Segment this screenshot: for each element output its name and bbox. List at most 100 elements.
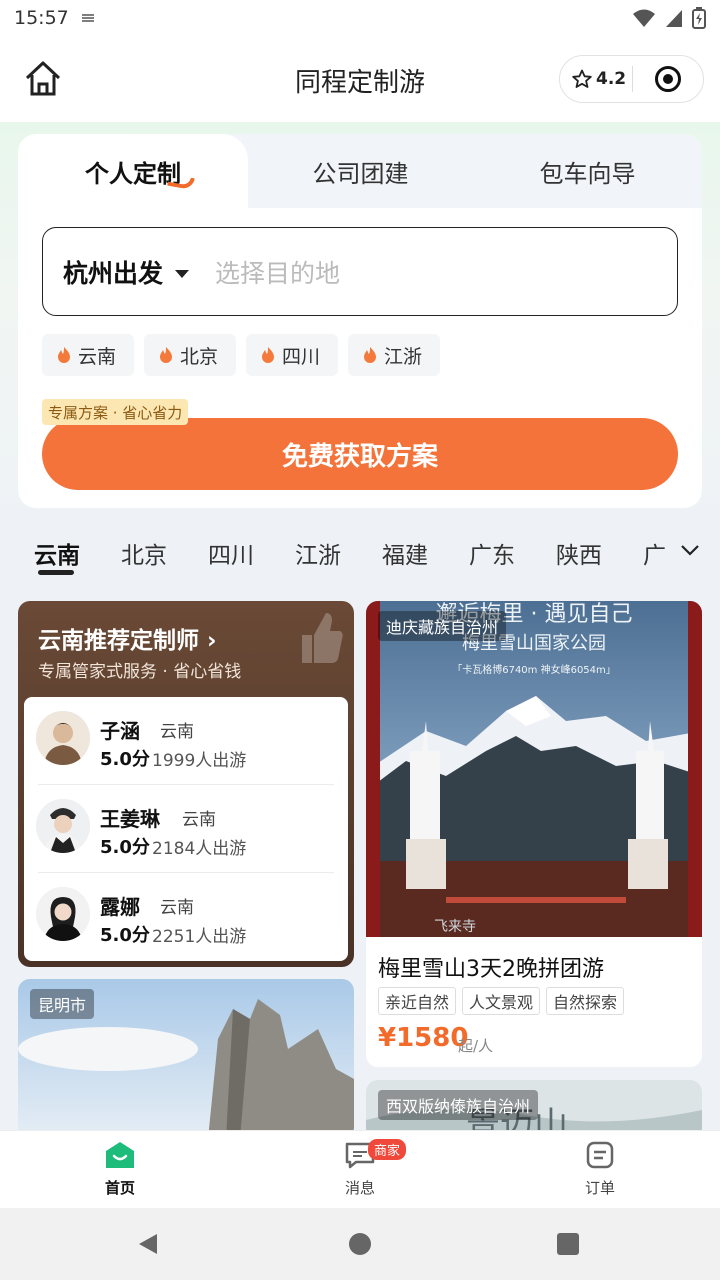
get-plan-button[interactable]: 免费获取方案 (42, 418, 678, 490)
destination-field[interactable]: 杭州出发 选择目的地 (42, 227, 678, 316)
chip-label: 云南 (78, 345, 117, 368)
price-unit: 起/人 (458, 1037, 494, 1055)
city-tab-guangxi[interactable]: 广 (643, 536, 666, 570)
product-tag: 亲近自然 (378, 987, 457, 1015)
avatar (36, 799, 90, 853)
city-tab-jiangzhe[interactable]: 江浙 (295, 536, 341, 570)
battery-icon (692, 7, 706, 29)
merchant-badge: 商家 (368, 1139, 407, 1160)
city-tab-indicator (38, 570, 74, 575)
notification-icon (81, 14, 94, 22)
status-time: 15:57 (14, 7, 69, 29)
planner-row[interactable]: 露娜 云南 5.0分 2251人出游 (24, 873, 348, 961)
service-tabs: 个人定制 公司团建 包车向导 (18, 134, 702, 208)
chip-jiangzhe[interactable]: 江浙 (348, 334, 441, 376)
avatar (36, 887, 90, 941)
product-price: ¥1580 (378, 1023, 469, 1053)
tab-label: 订单 (584, 1179, 615, 1197)
planner-trip-count: 1999人出游 (152, 751, 247, 771)
planner-trip-count: 2184人出游 (152, 839, 247, 859)
location-tag: 昆明市 (30, 989, 95, 1019)
nav-bar: 同程定制游 4.2 (0, 36, 720, 122)
dropdown-caret-icon (175, 269, 190, 278)
rating-value: 4.2 (596, 69, 627, 89)
planner-list: 子涵 云南 5.0分 1999人出游 王姜琳 云南 5.0分 2184人出游 露… (24, 697, 348, 961)
chip-label: 北京 (180, 345, 219, 368)
product-card[interactable]: 邂逅梅里 · 遇见自己 梅里雪山国家公园 「卡瓦格博6740m 神女峰6054m… (366, 601, 702, 1067)
destination-input[interactable]: 选择目的地 (215, 254, 340, 290)
rating-button[interactable]: 4.2 (560, 69, 632, 89)
order-icon (586, 1141, 614, 1169)
planner-trip-count: 2251人出游 (152, 927, 247, 947)
tab-home[interactable]: 首页 (60, 1141, 180, 1198)
city-tab-guangdong[interactable]: 广东 (469, 536, 515, 570)
tab-label: 消息 (344, 1179, 375, 1197)
planner-row[interactable]: 王姜琳 云南 5.0分 2184人出游 (24, 785, 348, 873)
city-tab-sichuan[interactable]: 四川 (208, 536, 254, 570)
tab-personal[interactable]: 个人定制 (18, 134, 248, 208)
planner-region: 云南 (160, 722, 194, 742)
flame-icon (58, 347, 70, 363)
flame-icon (364, 347, 377, 363)
departure-city[interactable]: 杭州出发 (63, 254, 163, 290)
status-bar: 15:57 (0, 0, 720, 36)
flame-icon (262, 347, 275, 363)
back-icon[interactable] (136, 1232, 160, 1256)
avatar (36, 711, 90, 765)
chevron-down-icon[interactable] (678, 538, 702, 562)
product-image: 邂逅梅里 · 遇见自己 梅里雪山国家公园 「卡瓦格博6740m 神女峰6054m… (366, 601, 702, 937)
planner-card-subtitle: 专属管家式服务 · 省心省钱 (38, 662, 242, 682)
planner-name: 王姜琳 (100, 807, 160, 831)
home-tab-icon (106, 1142, 134, 1168)
chip-sichuan[interactable]: 四川 (246, 334, 339, 376)
trip-planner-card: 个人定制 公司团建 包车向导 杭州出发 选择目的地 云南 北京 四川 江浙 专属… (18, 134, 702, 508)
planner-name: 子涵 (100, 719, 140, 743)
tab-messages[interactable]: 商家 消息 (300, 1139, 420, 1198)
image-location-label: 飞来寺 (434, 919, 476, 935)
planner-score: 5.0分 (100, 837, 150, 858)
tab-label: 包车向导 (539, 159, 636, 188)
wifi-icon (633, 9, 655, 27)
planner-score: 5.0分 (100, 925, 150, 946)
planner-score: 5.0分 (100, 749, 150, 770)
bottom-tab-bar: 首页 商家 消息 订单 (0, 1130, 720, 1208)
promo-tag: 专属方案 · 省心省力 (42, 399, 189, 425)
city-tab-fujian[interactable]: 福建 (382, 536, 428, 570)
chip-yunnan[interactable]: 云南 (42, 334, 135, 376)
chip-label: 四川 (282, 345, 321, 368)
miniapp-capsule: 4.2 (559, 55, 704, 103)
tab-company[interactable]: 公司团建 (248, 134, 473, 208)
image-caption: 「卡瓦格博6740m 神女峰6054m」 (452, 663, 616, 676)
product-title: 梅里雪山3天2晚拼团游 (378, 957, 604, 982)
location-tag: 西双版纳傣族自治州 (378, 1090, 539, 1120)
planner-card[interactable]: 云南推荐定制师 › 专属管家式服务 · 省心省钱 子涵 云南 5.0分 1999… (18, 601, 354, 967)
tab-driver-guide[interactable]: 包车向导 (473, 134, 702, 208)
planner-region: 云南 (182, 810, 216, 830)
product-tag: 人文景观 (462, 987, 541, 1015)
system-nav-bar (0, 1208, 720, 1280)
city-tab-beijing[interactable]: 北京 (121, 536, 167, 570)
city-tabs: 云南 北京 四川 江浙 福建 广东 陕西 广 (0, 530, 720, 580)
location-tag: 迪庆藏族自治州 (378, 611, 507, 641)
tab-label: 公司团建 (312, 159, 409, 188)
tab-label: 首页 (104, 1179, 135, 1197)
product-tag: 自然探索 (546, 987, 625, 1015)
close-miniapp-button[interactable] (633, 65, 703, 93)
planner-row[interactable]: 子涵 云南 5.0分 1999人出游 (24, 697, 348, 785)
thumbs-up-icon (302, 613, 343, 663)
city-tab-yunnan[interactable]: 云南 (34, 536, 80, 570)
product-tags: 亲近自然 人文景观 自然探索 (378, 987, 625, 1015)
recents-icon[interactable] (556, 1232, 580, 1256)
chip-beijing[interactable]: 北京 (144, 334, 237, 376)
hot-destinations: 云南 北京 四川 江浙 (42, 334, 441, 376)
planner-region: 云南 (160, 898, 194, 918)
target-icon (655, 66, 681, 92)
planner-card-title[interactable]: 云南推荐定制师 › (38, 621, 217, 655)
chip-label: 江浙 (384, 345, 423, 368)
city-tab-shaanxi[interactable]: 陕西 (556, 536, 602, 570)
product-card-kunming[interactable]: 昆明市 (18, 979, 354, 1139)
home-circle-icon[interactable] (348, 1232, 372, 1256)
star-icon (572, 69, 592, 88)
planner-name: 露娜 (100, 895, 140, 919)
tab-orders[interactable]: 订单 (540, 1141, 660, 1198)
